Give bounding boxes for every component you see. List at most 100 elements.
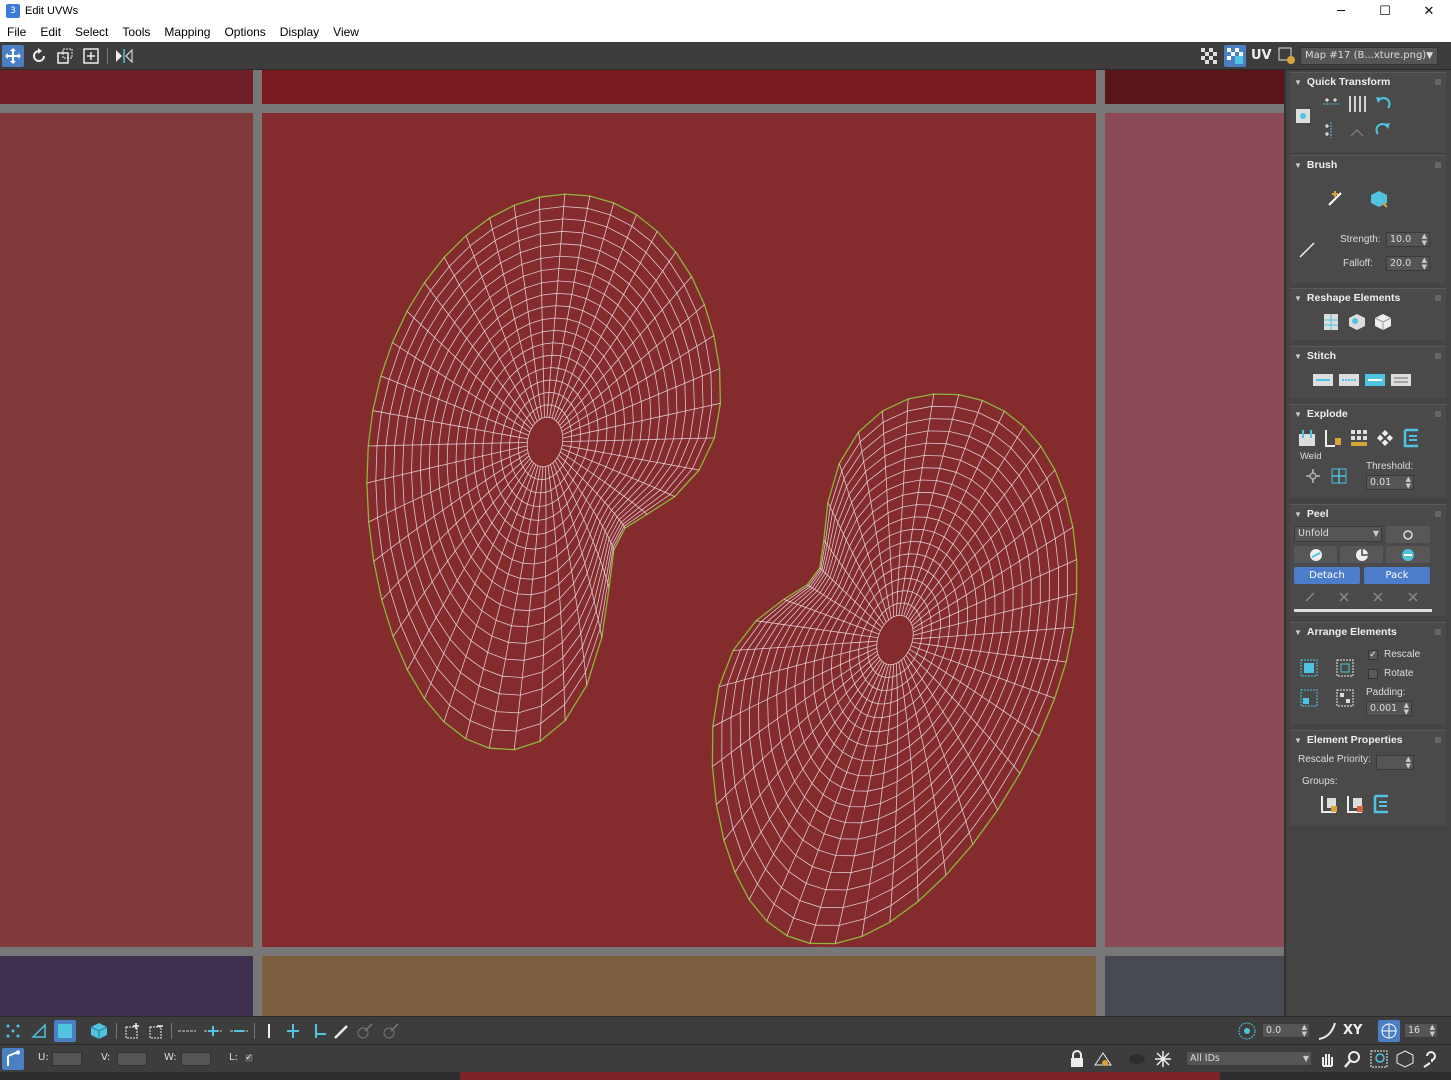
explode-flatten-icon[interactable] (1400, 427, 1422, 449)
maximize-button[interactable]: ☐ (1363, 0, 1407, 22)
rectangulate-icon[interactable] (1372, 311, 1394, 333)
rotate-icon[interactable] (28, 45, 50, 67)
menu-mapping[interactable]: Mapping (157, 25, 217, 39)
soft-selection-falloff-spinner[interactable]: 0.0 ▲ ▼ (1262, 1023, 1310, 1038)
relax-icon[interactable] (1346, 311, 1368, 333)
stitch-target-icon[interactable] (1390, 369, 1412, 391)
show-icon[interactable] (1126, 1048, 1148, 1070)
move-icon[interactable] (2, 45, 24, 67)
rescale-priority-spinner[interactable]: ▲ ▼ (1376, 755, 1414, 770)
select-groups-icon[interactable] (1370, 793, 1392, 815)
paint-move-icon[interactable] (1324, 188, 1346, 210)
uv-label[interactable]: UV (1251, 48, 1272, 63)
menu-edit[interactable]: Edit (33, 25, 68, 39)
zoom-icon[interactable] (1342, 1048, 1364, 1070)
pack-normalize-icon[interactable] (1298, 657, 1320, 679)
close-button[interactable]: ✕ (1407, 0, 1451, 22)
rotate-cw-icon[interactable] (1372, 119, 1394, 141)
pack-custom-icon[interactable] (1334, 657, 1356, 679)
uv-mesh[interactable] (0, 70, 1284, 1016)
mirror-icon[interactable] (113, 45, 135, 67)
ring-select-icon[interactable] (258, 1020, 280, 1042)
stitch-header[interactable]: ▼ Stitch (1290, 347, 1446, 365)
explode-by-smoothing-icon[interactable] (1322, 427, 1344, 449)
strength-spinner[interactable]: 10.0 ▲ ▼ (1386, 232, 1430, 247)
arrange-header[interactable]: ▼ Arrange Elements (1290, 623, 1446, 641)
reset-peel-icon[interactable] (1386, 546, 1430, 563)
weld-target-icon[interactable] (1328, 465, 1350, 487)
loop-shrink-icon[interactable] (228, 1020, 250, 1042)
u-field[interactable] (52, 1052, 82, 1066)
rescale-elements-icon[interactable] (1298, 687, 1320, 709)
detach-button[interactable]: Detach (1294, 567, 1360, 584)
brush-header[interactable]: ▼ Brush (1290, 156, 1446, 174)
menu-options[interactable]: Options (217, 25, 272, 39)
rescale-checkbox[interactable]: ✓ (1368, 650, 1378, 660)
soft-selection-icon[interactable] (1236, 1020, 1258, 1042)
pan-icon[interactable] (1316, 1048, 1338, 1070)
show-map-icon[interactable] (1224, 45, 1246, 67)
minimize-button[interactable]: ─ (1319, 0, 1363, 22)
w-field[interactable] (181, 1052, 211, 1066)
space-horizontal-icon[interactable] (1346, 93, 1368, 115)
ids-dropdown[interactable]: All IDs ▼ (1186, 1051, 1312, 1066)
explode-header[interactable]: ▼ Explode (1290, 405, 1446, 423)
element-select-icon[interactable] (88, 1020, 110, 1042)
straighten-icon[interactable] (1320, 311, 1342, 333)
lock-uv-checkbox[interactable]: ✓ (244, 1053, 254, 1063)
reshape-header[interactable]: ▼ Reshape Elements (1290, 289, 1446, 307)
peel-mode-icon[interactable] (1340, 546, 1383, 563)
stitch-source-icon[interactable] (1338, 369, 1360, 391)
group-selected-icon[interactable] (1318, 793, 1340, 815)
brush-falloff-icon[interactable] (1296, 239, 1318, 261)
grow-selection-icon[interactable] (122, 1020, 144, 1042)
rotate-ccw-icon[interactable] (1372, 93, 1394, 115)
falloff-spinner[interactable]: 20.0 ▲ ▼ (1386, 256, 1430, 271)
paint-select-icon[interactable] (330, 1020, 352, 1042)
menu-file[interactable]: File (0, 25, 33, 39)
menu-display[interactable]: Display (273, 25, 326, 39)
grid-count-spinner[interactable]: 16 ▲ ▼ (1404, 1023, 1438, 1038)
peel-header[interactable]: ▼ Peel (1290, 505, 1446, 523)
vertex-select-icon[interactable] (2, 1020, 24, 1042)
quick-peel-icon[interactable] (1294, 546, 1337, 563)
threshold-spinner[interactable]: 0.01 ▲ ▼ (1366, 475, 1414, 490)
auto-pin-icon[interactable] (1362, 588, 1394, 605)
falloff-curve-icon[interactable] (1316, 1020, 1338, 1042)
hide-icon[interactable] (1092, 1048, 1114, 1070)
menu-tools[interactable]: Tools (115, 25, 157, 39)
unpin-icon[interactable] (1328, 588, 1360, 605)
ring-grow-icon[interactable] (282, 1020, 304, 1042)
polygon-select-icon[interactable] (54, 1020, 76, 1042)
ungroup-selected-icon[interactable] (1344, 793, 1366, 815)
grid-snap-icon[interactable] (1378, 1020, 1400, 1042)
explode-by-material-icon[interactable] (1348, 427, 1370, 449)
xy-label[interactable]: XY (1343, 1023, 1362, 1038)
ring-shrink-icon[interactable] (308, 1020, 330, 1042)
uv-viewport[interactable] (0, 70, 1284, 1016)
weld-selected-icon[interactable] (1302, 465, 1324, 487)
zoom-region-icon[interactable] (1368, 1048, 1390, 1070)
space-vertical-icon[interactable] (1346, 119, 1368, 141)
freeze-icon[interactable] (1152, 1048, 1174, 1070)
pin-icon[interactable] (1294, 588, 1326, 605)
v-field[interactable] (117, 1052, 147, 1066)
loop-grow-icon[interactable] (202, 1020, 224, 1042)
pivot-icon[interactable] (1292, 105, 1314, 127)
freeform-icon[interactable] (80, 45, 102, 67)
absolute-mode-icon[interactable] (2, 1048, 24, 1070)
select-pins-icon[interactable] (1396, 588, 1430, 605)
padding-spinner[interactable]: 0.001 ▲ ▼ (1366, 701, 1412, 716)
checker-icon[interactable] (1198, 45, 1220, 67)
pack-together-icon[interactable] (1334, 687, 1356, 709)
explode-checker-icon[interactable] (1374, 427, 1396, 449)
map-dropdown[interactable]: Map #17 (B...xture.png) ▼ (1300, 47, 1438, 65)
paint-grow-icon[interactable] (354, 1020, 376, 1042)
texture-settings-icon[interactable] (1276, 45, 1298, 67)
menu-select[interactable]: Select (68, 25, 115, 39)
element-properties-header[interactable]: ▼ Element Properties (1290, 731, 1446, 749)
loop-select-icon[interactable] (176, 1020, 198, 1042)
align-vertical-icon[interactable] (1320, 119, 1342, 141)
scale-icon[interactable] (54, 45, 76, 67)
peel-mode-dropdown[interactable]: Unfold ▼ (1294, 526, 1382, 542)
